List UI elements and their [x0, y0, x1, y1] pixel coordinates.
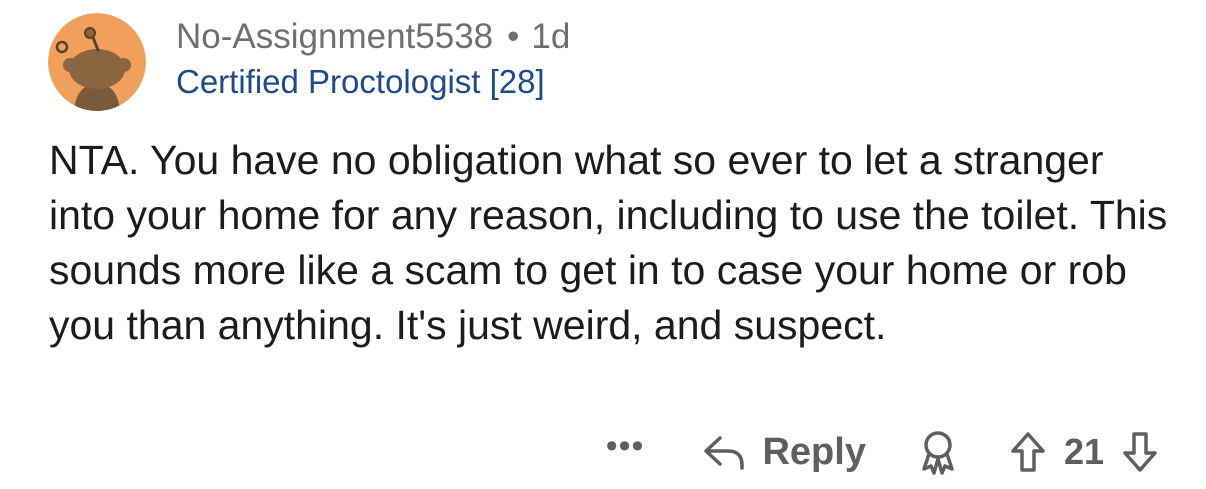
comment-age: 1d — [531, 17, 571, 56]
upvote-arrow-icon — [1011, 432, 1045, 472]
award-icon — [922, 431, 954, 475]
reply-button[interactable]: Reply — [702, 430, 866, 474]
user-flair: Certified Proctologist [28] — [176, 63, 545, 100]
comment: No-Assignment5538 • 1d Certified Proctol… — [0, 0, 1206, 489]
comment-body: NTA. You have no obligation what so ever… — [49, 137, 1168, 348]
more-options-button[interactable]: ••• — [606, 429, 645, 463]
comment-meta: No-Assignment5538 • 1d Certified Proctol… — [176, 12, 570, 104]
downvote-button[interactable] — [1122, 431, 1158, 473]
comment-actions: ••• Reply 21 — [606, 424, 1158, 480]
reply-arrow-icon — [704, 436, 745, 470]
reply-label: Reply — [762, 430, 866, 473]
snoo-avatar-icon — [48, 13, 146, 111]
vote-score: 21 — [1063, 431, 1104, 472]
username-link[interactable]: No-Assignment5538 — [176, 12, 493, 62]
downvote-arrow-icon — [1123, 432, 1157, 472]
avatar[interactable] — [48, 13, 146, 111]
meta-separator: • — [507, 17, 520, 56]
meta-line: No-Assignment5538 • 1d — [176, 12, 570, 62]
vote-group: 21 — [1010, 431, 1158, 473]
upvote-button[interactable] — [1010, 431, 1046, 473]
award-button[interactable] — [918, 429, 958, 475]
